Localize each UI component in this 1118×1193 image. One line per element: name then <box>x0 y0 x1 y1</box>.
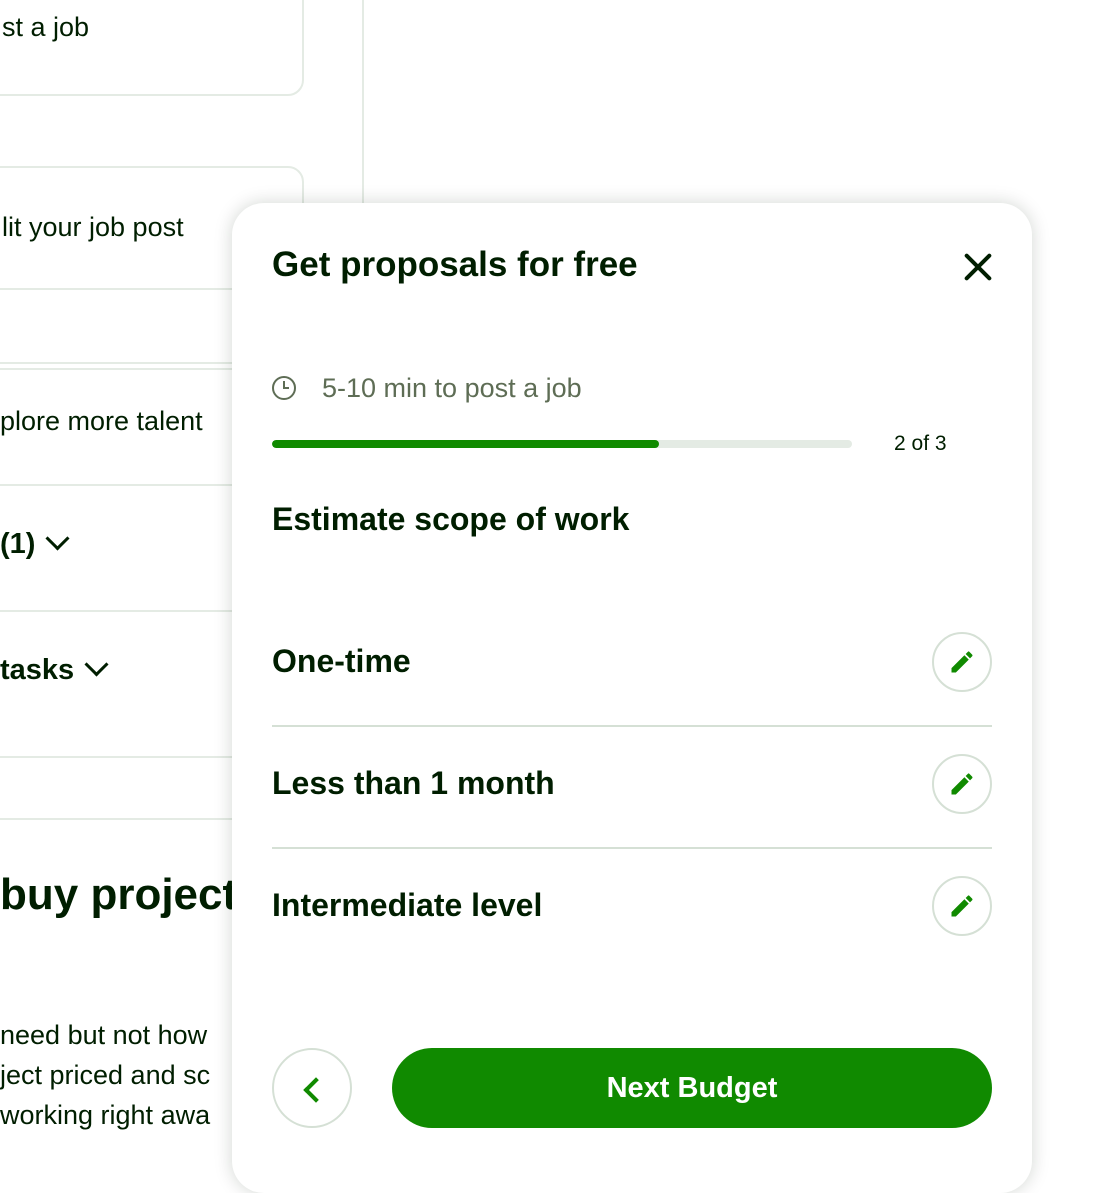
body-line: ject priced and sc <box>0 1060 211 1090</box>
post-job-text: st a job <box>2 12 90 42</box>
pencil-icon <box>951 895 973 917</box>
explore-talent-link[interactable]: plore more talent <box>0 406 203 437</box>
pencil-icon <box>951 651 973 673</box>
chevron-down-icon <box>84 652 109 677</box>
row-label: Less than 1 month <box>272 765 555 801</box>
next-budget-button[interactable]: Next Budget <box>392 1048 992 1128</box>
back-button[interactable] <box>272 1048 352 1128</box>
edit-button[interactable] <box>932 754 992 814</box>
modal-title: Get proposals for free <box>272 245 638 284</box>
filter-dropdown[interactable]: (1) <box>0 526 70 561</box>
pencil-icon <box>951 773 973 795</box>
time-estimate: 5-10 min to post a job <box>322 373 582 403</box>
close-icon[interactable] <box>954 243 1002 291</box>
scope-row-experience: Intermediate level <box>272 847 992 969</box>
clock-icon <box>272 376 296 400</box>
progress-fill <box>272 440 659 448</box>
edit-job-text: lit your job post <box>2 212 184 242</box>
edit-button[interactable] <box>932 876 992 936</box>
chevron-down-icon <box>45 526 70 551</box>
scope-row-duration: Less than 1 month <box>272 725 992 849</box>
post-job-card[interactable]: st a job <box>0 0 304 96</box>
section-heading: buy projects <box>0 870 262 919</box>
body-line: working right awa <box>0 1100 211 1130</box>
tasks-dropdown[interactable]: tasks <box>0 652 109 687</box>
tasks-label: tasks <box>0 654 75 686</box>
scope-row-duration-type: One-time <box>272 603 992 727</box>
section-title: Estimate scope of work <box>272 501 630 537</box>
chevron-left-icon <box>303 1077 329 1103</box>
filter-label: (1) <box>0 528 36 560</box>
row-label: Intermediate level <box>272 887 543 923</box>
step-counter: 2 of 3 <box>894 432 947 455</box>
progress-bar <box>272 440 852 448</box>
edit-button[interactable] <box>932 632 992 692</box>
row-label: One-time <box>272 643 411 679</box>
body-line: need but not how <box>0 1020 208 1050</box>
job-post-modal: Get proposals for free 5-10 min to post … <box>232 203 1032 1193</box>
